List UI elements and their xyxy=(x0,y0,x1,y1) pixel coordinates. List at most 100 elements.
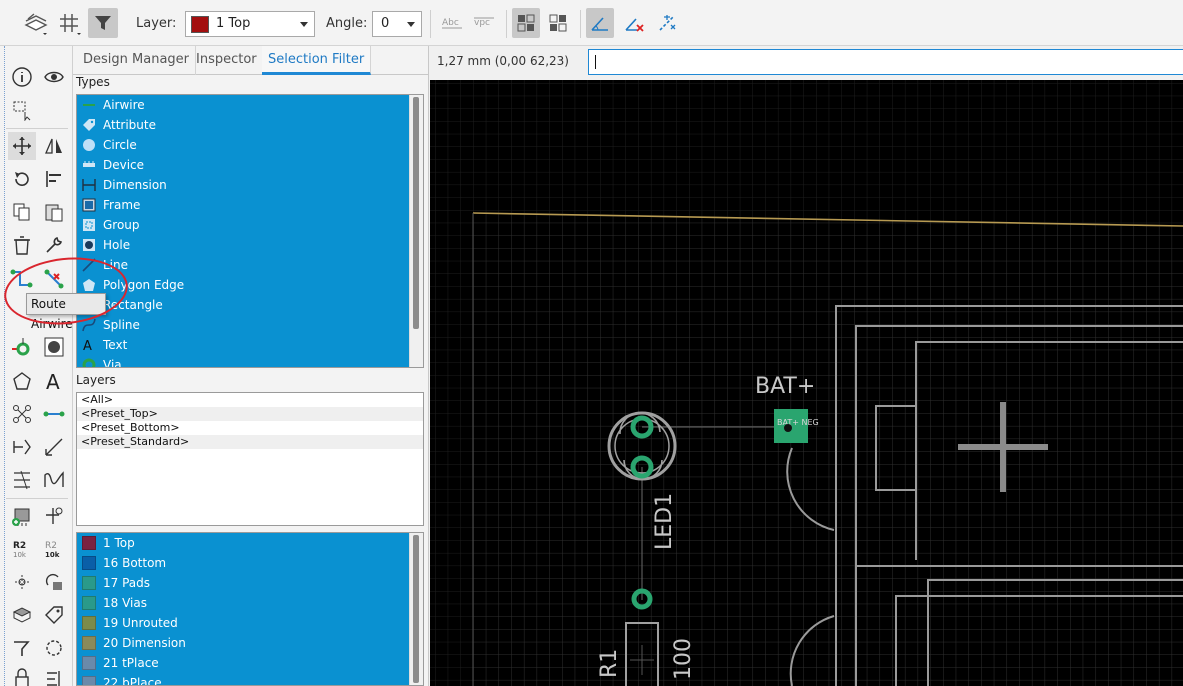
tool-divider xyxy=(6,128,68,129)
add-pin-icon[interactable] xyxy=(40,502,68,530)
layer-row[interactable]: 1 Top xyxy=(77,533,409,553)
smash-icon[interactable] xyxy=(8,568,36,596)
layer-label: 17 Pads xyxy=(103,576,151,590)
package-icon[interactable] xyxy=(8,601,36,629)
group-icon xyxy=(82,218,96,232)
angle-select[interactable]: 0 xyxy=(372,11,422,37)
change-icon[interactable] xyxy=(8,634,36,662)
attribute-tool-icon[interactable] xyxy=(40,601,68,629)
layer-row[interactable]: 19 Unrouted xyxy=(77,613,409,633)
layer-row[interactable]: 16 Bottom xyxy=(77,553,409,573)
copy-icon[interactable] xyxy=(8,198,36,226)
tab-selection-filter[interactable]: Selection Filter xyxy=(262,46,372,75)
type-label: Via xyxy=(103,358,122,368)
preset-row[interactable]: <All> xyxy=(77,393,423,407)
route-airwire-icon[interactable] xyxy=(8,265,36,293)
text-tool-icon[interactable]: A xyxy=(40,367,68,395)
mark-icon[interactable] xyxy=(40,664,68,686)
dimension-tool-icon[interactable] xyxy=(40,433,68,461)
type-row[interactable]: Polygon Edge xyxy=(77,275,409,295)
type-row[interactable]: Hole xyxy=(77,235,409,255)
type-row[interactable]: Frame xyxy=(77,195,409,215)
align-icon[interactable] xyxy=(40,165,68,193)
type-row[interactable]: Line xyxy=(77,255,409,275)
panel-tabs: Design Manager Inspector Selection Filte… xyxy=(73,46,429,75)
value-tool[interactable]: R2 10k xyxy=(38,535,68,563)
presets-list[interactable]: <All> <Preset_Top> <Preset_Bottom> <Preset_… xyxy=(76,392,424,526)
angle-select-value: 0 xyxy=(381,16,390,31)
name-tool[interactable]: R2 10k xyxy=(6,535,36,563)
layer-label: 18 Vias xyxy=(103,596,147,610)
mirror-icon[interactable] xyxy=(40,132,68,160)
via-tool-icon[interactable] xyxy=(8,333,36,361)
type-row[interactable]: Circle xyxy=(77,135,409,155)
type-row[interactable]: Airwire xyxy=(77,95,409,115)
layer-color-swatch xyxy=(82,656,96,670)
text-abc-icon[interactable]: Abc xyxy=(438,8,466,38)
delete-icon[interactable] xyxy=(8,231,36,259)
type-row[interactable]: Group xyxy=(77,215,409,235)
layer-label: 19 Unrouted xyxy=(103,616,178,630)
lock-icon[interactable] xyxy=(8,664,36,686)
layer-row[interactable]: 21 tPlace xyxy=(77,653,409,673)
scrollbar-thumb[interactable] xyxy=(413,535,419,683)
layers-list-items: 1 Top 16 Bottom 17 Pads 18 Vias 19 Unrouted 2… xyxy=(77,533,409,685)
tab-inspector[interactable]: Inspector xyxy=(190,46,264,75)
optimize-icon[interactable] xyxy=(40,634,68,662)
grid-icon[interactable] xyxy=(56,8,84,38)
rotate-icon[interactable] xyxy=(8,165,36,193)
type-row[interactable]: Attribute xyxy=(77,115,409,135)
preset-row[interactable]: <Preset_Standard> xyxy=(77,435,423,449)
layer-row[interactable]: 22 bPlace xyxy=(77,673,409,685)
preset-row[interactable]: <Preset_Bottom> xyxy=(77,421,423,435)
type-row[interactable]: Spline xyxy=(77,315,409,335)
add-part-icon[interactable] xyxy=(8,502,36,530)
dimension-icon xyxy=(82,178,96,192)
angle-clear-icon[interactable] xyxy=(620,8,648,38)
paste-icon[interactable] xyxy=(40,198,68,226)
layers-icon[interactable] xyxy=(22,8,50,38)
ripup-icon[interactable] xyxy=(40,265,68,293)
angle-snap-icon[interactable] xyxy=(586,8,614,38)
polygon-tool-icon[interactable] xyxy=(8,367,36,395)
layers-scrollbar[interactable] xyxy=(409,533,423,685)
types-scrollbar[interactable] xyxy=(409,95,423,367)
svg-text:Abc: Abc xyxy=(442,18,459,28)
net-tool-icon[interactable] xyxy=(8,400,36,428)
line-icon xyxy=(82,258,96,272)
filter-icon[interactable] xyxy=(88,8,118,38)
layout-alt-icon[interactable] xyxy=(544,8,572,38)
text-vpc-icon[interactable]: vpc xyxy=(470,8,498,38)
type-row[interactable]: Rectangle xyxy=(77,295,409,315)
circle-icon xyxy=(82,138,96,152)
type-row[interactable]: Via xyxy=(77,355,409,368)
preset-row[interactable]: <Preset_Top> xyxy=(77,407,423,421)
eye-icon[interactable] xyxy=(40,63,68,91)
select-icon[interactable] xyxy=(8,96,36,124)
layout-grid-icon[interactable] xyxy=(512,8,540,38)
signal-tool-icon[interactable] xyxy=(40,400,68,428)
tab-design-manager[interactable]: Design Manager xyxy=(77,46,196,75)
scrollbar-thumb[interactable] xyxy=(413,97,419,329)
type-row[interactable]: A Text xyxy=(77,335,409,355)
wave-icon[interactable] xyxy=(40,466,68,494)
replace-icon[interactable] xyxy=(40,568,68,596)
info-icon[interactable] xyxy=(8,63,36,91)
layer-row[interactable]: 17 Pads xyxy=(77,573,409,593)
type-row[interactable]: Dimension xyxy=(77,175,409,195)
layer-select[interactable]: 1 Top xyxy=(185,11,315,37)
type-row[interactable]: Device xyxy=(77,155,409,175)
r1-label: R1 xyxy=(597,649,622,678)
wrench-icon[interactable] xyxy=(40,231,68,259)
hole-tool-icon[interactable] xyxy=(40,333,68,361)
board-canvas[interactable]: BAT+ BAT+ NEG LED1 R1 100 xyxy=(430,80,1183,686)
ratsnest-icon[interactable] xyxy=(653,8,681,38)
layers-list[interactable]: 1 Top 16 Bottom 17 Pads 18 Vias 19 Unrouted 2… xyxy=(76,532,424,686)
move-icon[interactable] xyxy=(8,132,36,160)
layer-row[interactable]: 18 Vias xyxy=(77,593,409,613)
layer-row[interactable]: 20 Dimension xyxy=(77,633,409,653)
command-input[interactable] xyxy=(588,49,1183,75)
connect-icon[interactable] xyxy=(8,433,36,461)
types-list[interactable]: Airwire Attribute Circle Device Dimension Fra… xyxy=(76,94,424,368)
meander-icon[interactable] xyxy=(8,466,36,494)
